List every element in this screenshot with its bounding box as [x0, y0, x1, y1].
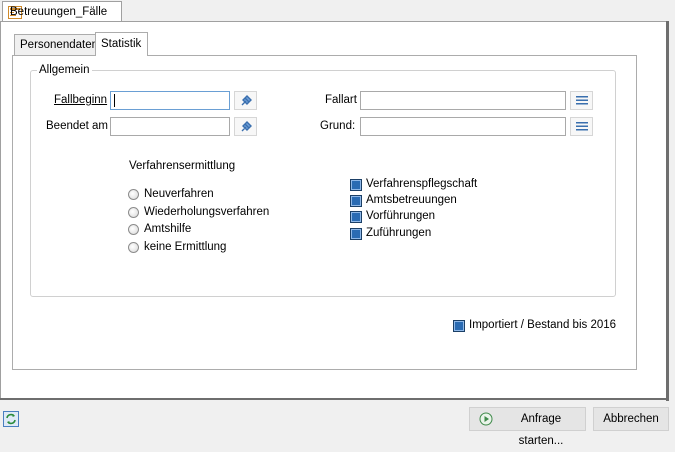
window-tab-label: Betreuungen_Fälle: [10, 6, 108, 18]
radio-label: Amtshilfe: [144, 223, 192, 235]
tab-statistik[interactable]: Statistik: [95, 32, 148, 56]
pin-icon: [241, 95, 252, 106]
radio-label: Neuverfahren: [144, 188, 214, 200]
list-icon: [576, 122, 588, 131]
checkbox-checked[interactable]: [350, 179, 362, 191]
grund-input[interactable]: [360, 117, 566, 136]
text-caret: [114, 94, 115, 107]
fallart-label: Fallart: [325, 94, 357, 106]
group-legend: Allgemein: [37, 64, 92, 76]
grund-list-button[interactable]: [570, 117, 593, 136]
checkbox-checked[interactable]: [350, 195, 362, 207]
radio-label: keine Ermittlung: [144, 241, 227, 253]
fallbeginn-picker-button[interactable]: [234, 91, 257, 110]
check-label: Verfahrenspflegschaft: [366, 178, 478, 190]
abbrechen-button[interactable]: Abbrechen: [593, 407, 669, 431]
play-icon: [479, 412, 493, 426]
beendet-am-label: Beendet am: [46, 120, 109, 132]
grund-label: Grund:: [320, 120, 356, 132]
check-label: Amtsbetreuungen: [366, 194, 457, 206]
window-tab[interactable]: Betreuungen_Fälle: [2, 1, 122, 22]
check-label: Vorführungen: [366, 210, 436, 222]
fallbeginn-input[interactable]: [110, 91, 230, 110]
check-label: Zuführungen: [366, 227, 432, 239]
verfahren-title: Verfahrensermittlung: [129, 160, 236, 172]
radio-circle[interactable]: [128, 242, 139, 253]
abbrechen-label: Abbrechen: [603, 413, 659, 425]
beendet-am-picker-button[interactable]: [234, 117, 257, 136]
radio-circle[interactable]: [128, 189, 139, 200]
beendet-am-input[interactable]: [110, 117, 230, 136]
checkbox-checked[interactable]: [453, 320, 465, 332]
fallart-input[interactable]: [360, 91, 566, 110]
check-label: Importiert / Bestand bis 2016: [469, 319, 617, 331]
tab-personendaten[interactable]: Personendaten: [14, 34, 99, 56]
pin-icon: [241, 121, 252, 132]
fallart-list-button[interactable]: [570, 91, 593, 110]
refresh-icon: [3, 411, 19, 427]
checkbox-checked[interactable]: [350, 228, 362, 240]
refresh-button[interactable]: [3, 411, 19, 427]
fallbeginn-label: Fallbeginn: [54, 94, 108, 106]
checkbox-checked[interactable]: [350, 211, 362, 223]
tab-personendaten-label: Personendaten: [20, 39, 99, 51]
tab-statistik-label: Statistik: [101, 38, 142, 50]
list-icon: [576, 96, 588, 105]
radio-circle[interactable]: [128, 224, 139, 235]
anfrage-starten-label: Anfrage starten...: [518, 413, 564, 447]
anfrage-starten-button[interactable]: Anfrage starten...: [469, 407, 586, 447]
radio-circle[interactable]: [128, 207, 139, 218]
radio-label: Wiederholungsverfahren: [144, 206, 270, 218]
